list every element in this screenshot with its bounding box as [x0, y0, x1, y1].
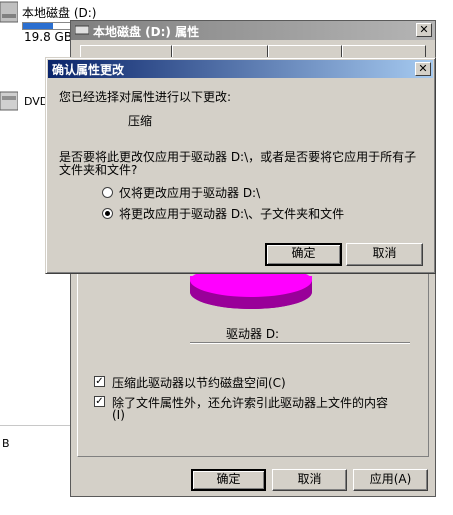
ok-button[interactable]: 确定: [191, 469, 266, 491]
dvd-drive-icon: [0, 91, 18, 111]
dialog-ok-button[interactable]: 确定: [265, 243, 342, 266]
drive-caption: 驱动器 D:: [226, 327, 280, 341]
index-checkbox-label-line2: (I): [112, 408, 125, 422]
confirm-dialog-title-bar[interactable]: 确认属性更改 ✕: [48, 60, 433, 78]
radio-drive-only[interactable]: [102, 187, 113, 198]
properties-title-bar[interactable]: 本地磁盘 (D:) 属性 ✕: [71, 21, 435, 40]
drive-usage-fill: [23, 23, 53, 29]
drive-label: 本地磁盘 (D:): [22, 6, 97, 20]
close-icon: ✕: [419, 23, 429, 36]
index-checkbox-label: 除了文件属性外，还允许索引此驱动器上文件的内容: [112, 396, 389, 410]
radio-all-subfolders[interactable]: [102, 208, 113, 219]
confirm-dialog-title: 确认属性更改: [52, 63, 125, 77]
radio-selected-dot: [105, 211, 110, 216]
close-icon: ✕: [418, 62, 428, 75]
radio-drive-only-label[interactable]: 仅将更改应用于驱动器 D:\: [119, 184, 260, 201]
compress-checkbox-label: 压缩此驱动器以节约磁盘空间(C): [112, 376, 286, 390]
partial-text: B: [2, 437, 10, 450]
hard-disk-icon: [75, 25, 89, 35]
radio-all-subfolders-label[interactable]: 将更改应用于驱动器 D:\、子文件夹和文件: [119, 205, 344, 222]
close-button[interactable]: ✕: [416, 23, 432, 37]
dialog-close-button[interactable]: ✕: [415, 62, 431, 76]
dialog-change: 压缩: [128, 114, 153, 128]
dialog-cancel-button[interactable]: 取消: [346, 243, 423, 266]
hard-disk-icon: [0, 1, 18, 23]
cancel-button[interactable]: 取消: [272, 469, 347, 491]
dialog-intro: 您已经选择对属性进行以下更改:: [59, 90, 232, 104]
drive-size: 19.8 GB: [24, 30, 73, 44]
dialog-question-line2: 文件夹和文件?: [59, 163, 138, 177]
apply-button[interactable]: 应用(A): [353, 469, 428, 491]
divider: [0, 425, 70, 426]
separator: [190, 342, 410, 343]
properties-title: 本地磁盘 (D:) 属性: [93, 25, 200, 39]
index-checkbox[interactable]: ✓: [94, 396, 105, 407]
compress-checkbox[interactable]: ✓: [94, 376, 105, 387]
